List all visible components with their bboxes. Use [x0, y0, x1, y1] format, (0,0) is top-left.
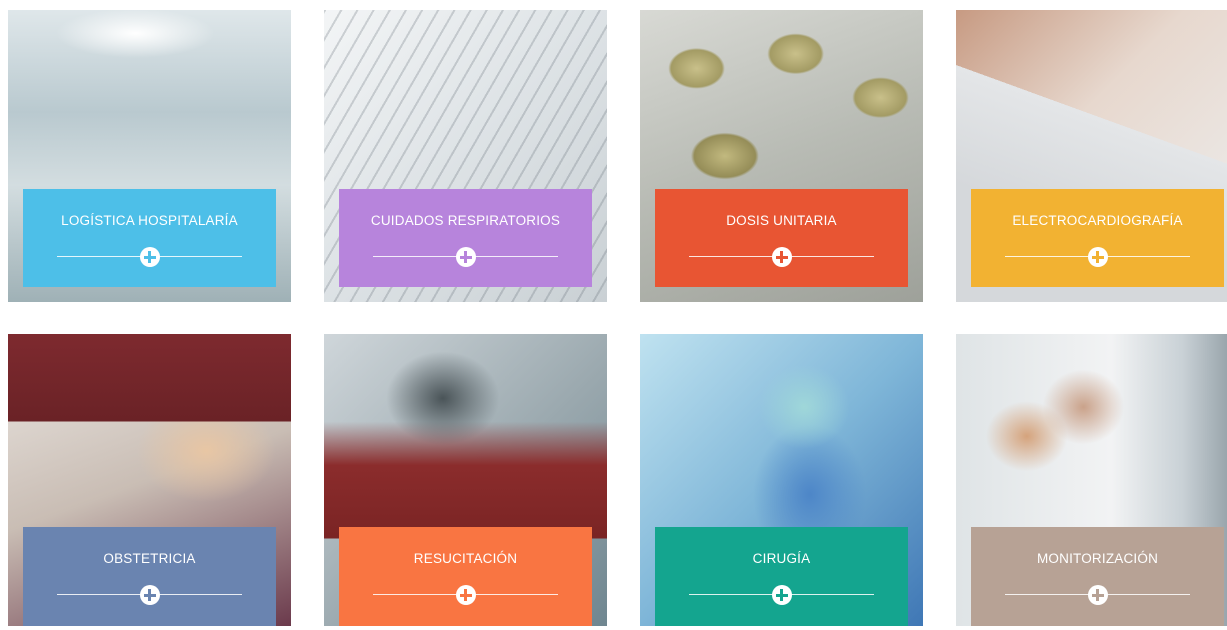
tile-divider [57, 247, 242, 267]
category-grid: LOGÍSTICA HOSPITALARÍA CUIDADOS RESPIRAT… [0, 0, 1227, 630]
tile-title: RESUCITACIÓN [413, 551, 518, 566]
tile-title: OBSTETRICIA [103, 551, 196, 566]
plus-circle-icon[interactable] [1087, 585, 1108, 605]
tile-dosis-unitaria[interactable]: DOSIS UNITARIA [640, 10, 923, 302]
tile-divider [57, 585, 242, 605]
tile-title: CIRUGÍA [752, 551, 811, 566]
plus-circle-icon[interactable] [139, 247, 160, 267]
tile-divider [689, 585, 874, 605]
plus-circle-icon[interactable] [771, 585, 792, 605]
tile-label-box[interactable]: CUIDADOS RESPIRATORIOS [339, 189, 592, 287]
tile-divider [689, 247, 874, 267]
tile-label-box[interactable]: CIRUGÍA [655, 527, 908, 626]
tile-divider [1005, 247, 1190, 267]
plus-circle-icon[interactable] [1087, 247, 1108, 267]
tile-cuidados-respiratorios[interactable]: CUIDADOS RESPIRATORIOS [324, 10, 607, 302]
tile-resucitacion[interactable]: RESUCITACIÓN [324, 334, 607, 626]
tile-divider [1005, 585, 1190, 605]
tile-divider [373, 585, 558, 605]
tile-obstetricia[interactable]: OBSTETRICIA [8, 334, 291, 626]
tile-label-box[interactable]: OBSTETRICIA [23, 527, 276, 626]
tile-label-box[interactable]: RESUCITACIÓN [339, 527, 592, 626]
tile-label-box[interactable]: ELECTROCARDIOGRAFÍA [971, 189, 1224, 287]
plus-circle-icon[interactable] [771, 247, 792, 267]
tile-title: CUIDADOS RESPIRATORIOS [370, 213, 561, 228]
tile-label-box[interactable]: DOSIS UNITARIA [655, 189, 908, 287]
plus-circle-icon[interactable] [455, 585, 476, 605]
plus-circle-icon[interactable] [455, 247, 476, 267]
tile-label-box[interactable]: LOGÍSTICA HOSPITALARÍA [23, 189, 276, 287]
tile-label-box[interactable]: MONITORIZACIÓN [971, 527, 1224, 626]
tile-monitorizacion[interactable]: MONITORIZACIÓN [956, 334, 1227, 626]
tile-title: MONITORIZACIÓN [1036, 551, 1159, 566]
tile-divider [373, 247, 558, 267]
plus-circle-icon[interactable] [139, 585, 160, 605]
tile-title: LOGÍSTICA HOSPITALARÍA [61, 213, 238, 228]
tile-electrocardiografia[interactable]: ELECTROCARDIOGRAFÍA [956, 10, 1227, 302]
tile-title: DOSIS UNITARIA [726, 213, 837, 228]
tile-logistica-hospitalaria[interactable]: LOGÍSTICA HOSPITALARÍA [8, 10, 291, 302]
tile-title: ELECTROCARDIOGRAFÍA [1012, 213, 1183, 228]
tile-cirugia[interactable]: CIRUGÍA [640, 334, 923, 626]
